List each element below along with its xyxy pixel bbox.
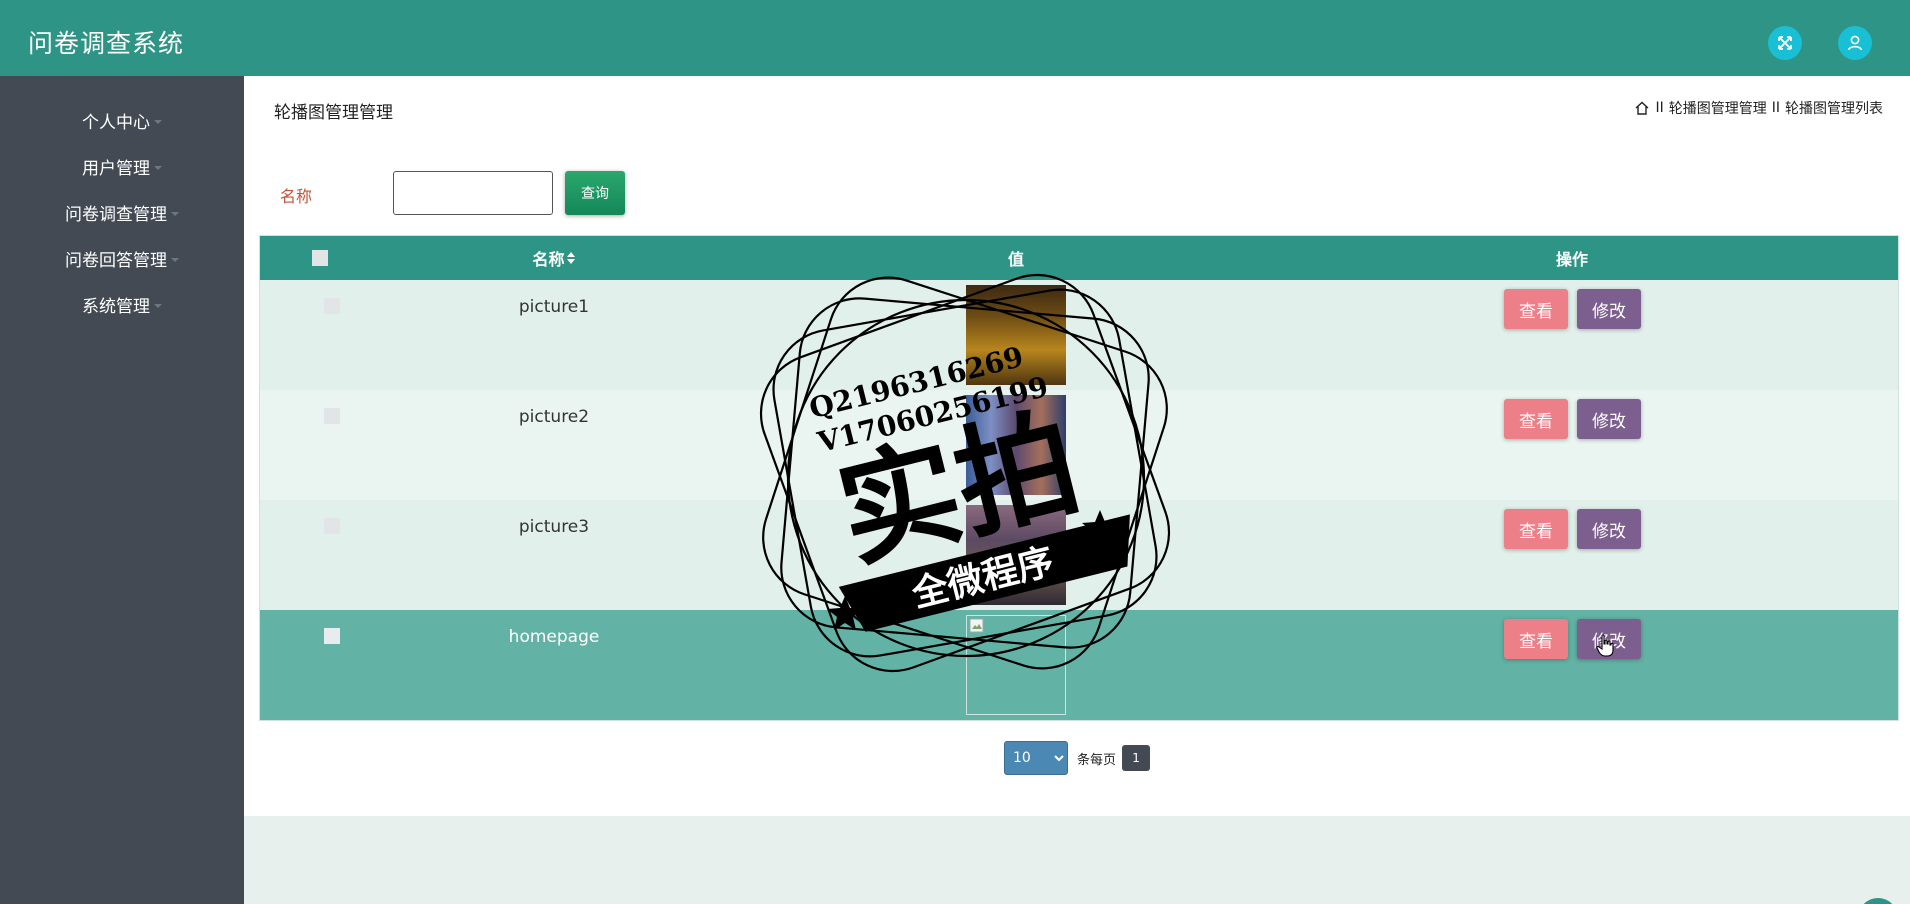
sidebar-item-label: 问卷回答管理: [65, 250, 167, 271]
row-checkbox[interactable]: [324, 628, 340, 644]
search-label: 名称: [280, 187, 313, 206]
view-button[interactable]: 查看: [1504, 399, 1568, 439]
row-image: [966, 285, 1066, 385]
column-header-value: 值: [1007, 250, 1024, 269]
table-row: picture2 查看 修改: [260, 390, 1898, 500]
sidebar-item-label: 系统管理: [82, 296, 150, 317]
caret-down-icon: [154, 166, 162, 170]
view-button[interactable]: 查看: [1504, 509, 1568, 549]
row-checkbox[interactable]: [324, 298, 340, 314]
breadcrumb-separator: II: [1771, 100, 1780, 116]
search-input[interactable]: [393, 171, 553, 215]
sidebar-item-system-management[interactable]: 系统管理: [0, 281, 244, 327]
row-name: picture2: [518, 407, 590, 427]
row-checkbox[interactable]: [324, 408, 340, 424]
edit-button[interactable]: 修改: [1577, 509, 1641, 549]
user-button[interactable]: [1838, 26, 1872, 60]
select-all-checkbox[interactable]: [312, 250, 328, 266]
data-table: 名称 值 操作 picture1 查看 修改 picture2 查看 修改 pi…: [259, 235, 1899, 721]
page-number-button[interactable]: 1: [1122, 745, 1151, 771]
row-checkbox[interactable]: [324, 518, 340, 534]
table-row: homepage 查看 修改: [260, 610, 1898, 720]
page-title: 轮播图管理管理: [274, 103, 393, 123]
sidebar-item-label: 个人中心: [82, 112, 150, 133]
column-header-actions: 操作: [1555, 250, 1588, 269]
breadcrumb: II 轮播图管理管理 II 轮播图管理列表: [1634, 98, 1883, 118]
caret-down-icon: [171, 258, 179, 262]
floating-action-button[interactable]: [1858, 898, 1898, 904]
caret-down-icon: [171, 212, 179, 216]
edit-button[interactable]: 修改: [1577, 399, 1641, 439]
sidebar-item-personal-center[interactable]: 个人中心: [0, 97, 244, 143]
edit-button[interactable]: 修改: [1577, 289, 1641, 329]
fullscreen-icon: [1778, 36, 1792, 50]
broken-image-icon: [966, 615, 1066, 715]
row-image: [966, 505, 1066, 605]
breadcrumb-item: 轮播图管理列表: [1785, 101, 1883, 117]
home-icon[interactable]: [1634, 100, 1650, 116]
sidebar-item-label: 问卷调查管理: [65, 204, 167, 225]
per-page-label: 条每页: [1077, 752, 1117, 768]
view-button[interactable]: 查看: [1504, 619, 1568, 659]
caret-down-icon: [154, 120, 162, 124]
row-name: homepage: [508, 627, 600, 647]
pagination: 10 条每页 1: [1004, 741, 1151, 775]
table-row: picture3 查看 修改: [260, 500, 1898, 610]
sidebar-item-label: 用户管理: [82, 158, 150, 179]
column-header-name[interactable]: 名称: [494, 236, 614, 280]
search-button[interactable]: 查询: [565, 171, 625, 215]
fullscreen-button[interactable]: [1768, 26, 1802, 60]
main-panel: 轮播图管理管理 II 轮播图管理管理 II 轮播图管理列表 名称 查询 名称 值…: [244, 76, 1910, 816]
sidebar-item-survey-management[interactable]: 问卷调查管理: [0, 189, 244, 235]
page-size-select[interactable]: 10: [1004, 741, 1068, 775]
sort-icon: [566, 252, 575, 264]
sidebar: 个人中心 用户管理 问卷调查管理 问卷回答管理 系统管理: [0, 76, 244, 904]
table-header: 名称 值 操作: [260, 236, 1898, 280]
app-title: 问卷调查系统: [28, 29, 185, 58]
breadcrumb-separator: II: [1655, 100, 1664, 116]
sidebar-item-user-management[interactable]: 用户管理: [0, 143, 244, 189]
user-icon: [1847, 35, 1863, 51]
row-name: picture1: [518, 297, 590, 317]
sidebar-item-answer-management[interactable]: 问卷回答管理: [0, 235, 244, 281]
view-button[interactable]: 查看: [1504, 289, 1568, 329]
select-all-cell: [300, 236, 340, 280]
row-image: [966, 395, 1066, 495]
table-row: picture1 查看 修改: [260, 280, 1898, 390]
hand-cursor-icon: [1596, 634, 1614, 657]
caret-down-icon: [154, 304, 162, 308]
breadcrumb-item[interactable]: 轮播图管理管理: [1669, 98, 1767, 118]
row-name: picture3: [518, 517, 590, 537]
top-bar: 问卷调查系统: [0, 0, 1910, 76]
